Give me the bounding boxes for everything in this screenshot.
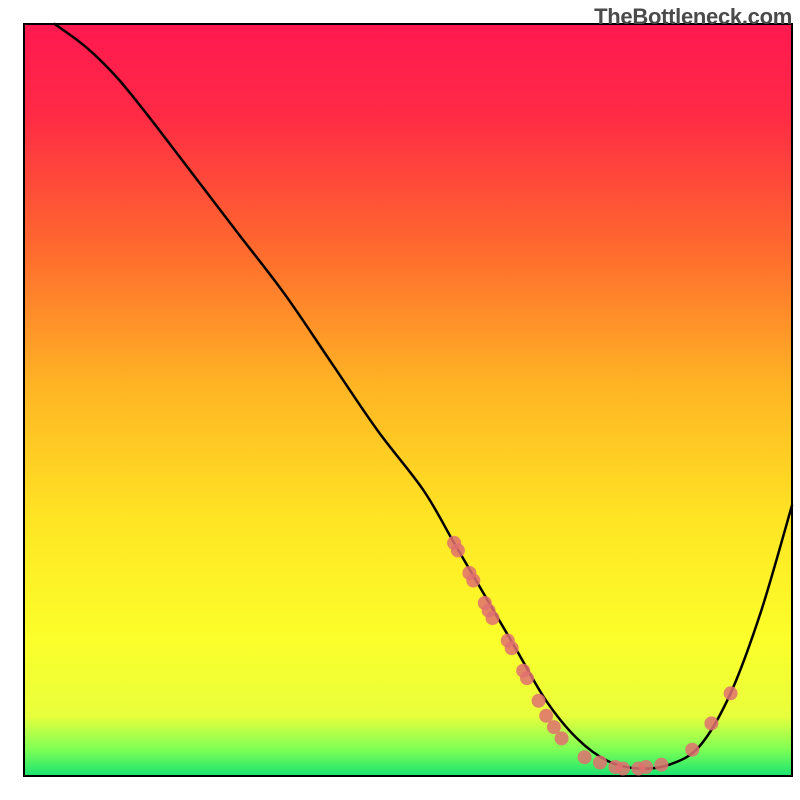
data-point — [555, 731, 569, 745]
data-point — [639, 760, 653, 774]
chart-frame: TheBottleneck.com — [0, 0, 800, 800]
data-point — [654, 758, 668, 772]
plot-background — [24, 24, 792, 776]
data-point — [520, 671, 534, 685]
data-point — [616, 762, 630, 776]
data-point — [578, 750, 592, 764]
data-point — [486, 611, 500, 625]
data-point — [724, 686, 738, 700]
data-point — [532, 694, 546, 708]
bottleneck-chart — [0, 0, 800, 800]
data-point — [593, 756, 607, 770]
data-point — [704, 716, 718, 730]
watermark-text: TheBottleneck.com — [594, 4, 792, 30]
data-point — [466, 574, 480, 588]
data-point — [505, 641, 519, 655]
data-point — [685, 743, 699, 757]
data-point — [451, 543, 465, 557]
